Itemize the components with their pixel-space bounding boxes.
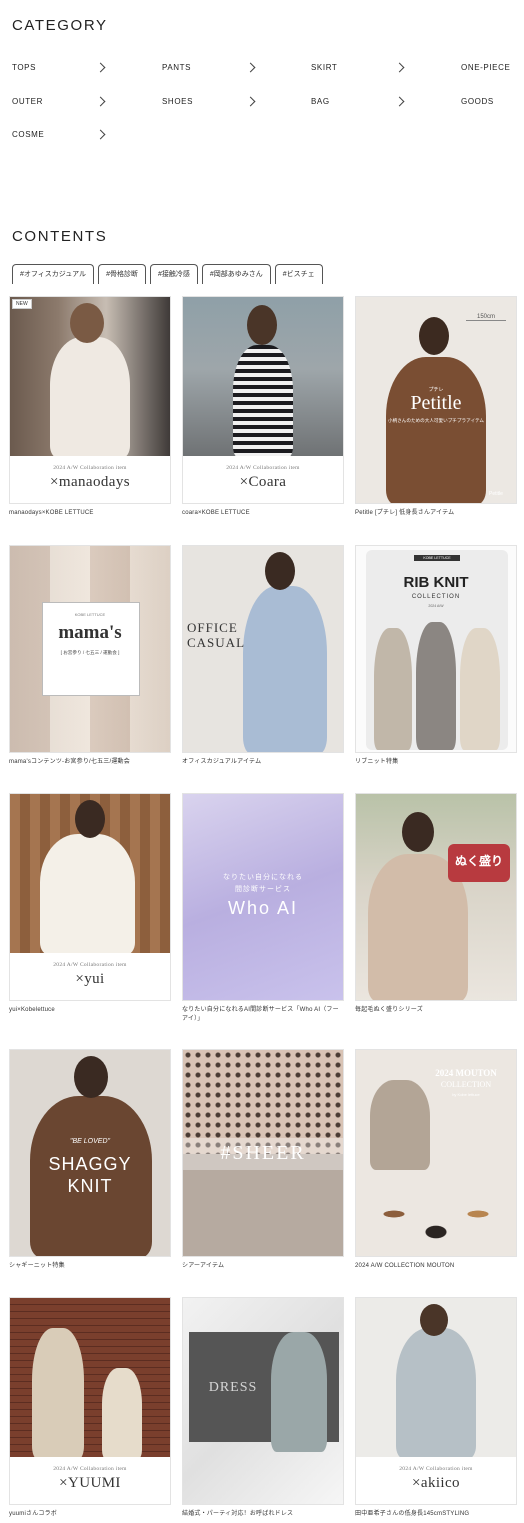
card-image: DRESS xyxy=(182,1297,344,1505)
content-card-manaodays[interactable]: NEW 2024 A/W Collaboration item ×manaoday… xyxy=(9,296,171,518)
mamas-title: mama's xyxy=(58,622,122,643)
mamas-subtitle: [ お宮参り / 七五三 / 運動会 ] xyxy=(60,650,120,655)
card-overlay-sub: 2024 A/W Collaboration item xyxy=(399,1466,473,1472)
content-card-dress[interactable]: DRESS 結婚式・パーティ対応！お呼ばれドレス xyxy=(182,1297,344,1519)
card-caption: yuumiさんコラボ xyxy=(9,1511,58,1517)
contents-grid: NEW 2024 A/W Collaboration item ×manaoday… xyxy=(0,0,524,1523)
content-card-yui[interactable]: 2024 A/W Collaboration item ×yui yui×Kobe… xyxy=(9,793,171,1015)
card-image: 2024 A/W Collaboration item ×yui xyxy=(9,793,171,1001)
mouton-title-1: 2024 MOUTON xyxy=(435,1068,497,1078)
card-caption: yui×Kobelettuce xyxy=(9,1007,55,1013)
mamas-brand: KOBE LETTUCE xyxy=(74,612,106,617)
petitle-logo: Petitle xyxy=(489,491,503,497)
card-image: 2024 MOUTON COLLECTION by Kobe lettuce xyxy=(355,1049,517,1257)
card-caption: オフィスカジュアルアイテム xyxy=(182,759,262,765)
content-card-akiico[interactable]: 2024 A/W Collaboration item ×akiico 田中亜希子… xyxy=(355,1297,517,1519)
content-card-shaggy-knit[interactable]: "BE LOVED" SHAGGY KNIT シャギーニット特集 xyxy=(9,1049,171,1271)
card-caption: シアーアイテム xyxy=(182,1263,225,1269)
card-image: "BE LOVED" SHAGGY KNIT xyxy=(9,1049,171,1257)
card-image: OFFICE CASUAL xyxy=(182,545,344,753)
dress-title: DRESS xyxy=(208,1380,258,1395)
card-image: なりたい自分になれる 間診断サービス Who AI xyxy=(182,793,344,1001)
card-overlay-title: ×YUUMI xyxy=(59,1475,121,1491)
rib-brand: KOBE LETTUCE xyxy=(414,555,460,561)
card-overlay-sub: 2024 A/W Collaboration item xyxy=(53,962,127,968)
card-overlay-sub: 2024 A/W Collaboration item xyxy=(226,465,300,471)
petitle-tagline: 小柄さんのための大人可愛いプチプラアイテム xyxy=(387,418,484,423)
content-card-coara[interactable]: 2024 A/W Collaboration item ×Coara coara×… xyxy=(182,296,344,518)
card-image: 2024 A/W Collaboration item ×Coara xyxy=(182,296,344,504)
mouton-title-2: COLLECTION xyxy=(440,1080,492,1089)
rib-subtitle: COLLECTION xyxy=(411,594,461,600)
card-overlay-title: ×akiico xyxy=(412,1475,460,1491)
who-ai-line1: なりたい自分になれる xyxy=(223,874,303,881)
office-title-2: CASUAL xyxy=(187,635,246,650)
card-overlay-title: ×Coara xyxy=(239,474,287,490)
shaggy-quote: "BE LOVED" xyxy=(70,1138,110,1145)
card-caption: manaodays×KOBE LETTUCE xyxy=(9,510,94,516)
card-caption: シャギーニット特集 xyxy=(9,1263,65,1269)
card-caption: リブニット特集 xyxy=(355,759,399,765)
who-ai-title: Who AI xyxy=(227,898,299,918)
rib-year: 2024 A/W xyxy=(428,604,444,608)
card-caption: 2024 A/W COLLECTION MOUTON xyxy=(355,1263,455,1269)
content-card-petitle[interactable]: 150cm プチレ Petitle 小柄さんのための大人可愛いプチプラアイテム … xyxy=(355,296,517,518)
who-ai-line2: 間診断サービス xyxy=(235,886,291,893)
mouton-by: by Kobe lettuce xyxy=(452,1092,480,1097)
height-label: 150cm xyxy=(466,314,506,321)
sheer-title: #SHEER xyxy=(220,1142,306,1164)
nukumori-title: ぬく盛り xyxy=(454,854,503,868)
content-card-office-casual[interactable]: OFFICE CASUAL オフィスカジュアルアイテム xyxy=(182,545,344,767)
card-image: #SHEER xyxy=(182,1049,344,1257)
card-caption: 田中亜希子さんの低身長145cmSTYLING xyxy=(355,1511,470,1517)
rib-title: RIB KNIT xyxy=(403,574,469,591)
card-image: NEW 2024 A/W Collaboration item ×manaoday… xyxy=(9,296,171,504)
card-image: 150cm プチレ Petitle 小柄さんのための大人可愛いプチプラアイテム … xyxy=(355,296,517,504)
content-card-who-ai[interactable]: なりたい自分になれる 間診断サービス Who AI なりたい自分になれるAI間診… xyxy=(182,793,344,1024)
card-image: 2024 A/W Collaboration item ×YUUMI xyxy=(9,1297,171,1505)
card-overlay-sub: 2024 A/W Collaboration item xyxy=(53,1466,127,1472)
card-image: ぬく盛り xyxy=(355,793,517,1001)
card-image: KOBE LETTUCE mama's [ お宮参り / 七五三 / 運動会 ] xyxy=(9,545,171,753)
office-title-1: OFFICE xyxy=(187,620,238,635)
card-caption: coara×KOBE LETTUCE xyxy=(182,510,250,516)
shaggy-title-2: KNIT xyxy=(67,1176,113,1196)
new-badge: NEW xyxy=(12,299,32,309)
card-overlay-sub: 2024 A/W Collaboration item xyxy=(53,465,127,471)
petitle-title: Petitle xyxy=(410,392,462,414)
card-caption: mama'sコンテンツ-お宮参り/七五三/運動会 xyxy=(9,759,130,765)
card-caption: 結婚式・パーティ対応！お呼ばれドレス xyxy=(182,1511,294,1517)
content-card-rib-knit[interactable]: KOBE LETTUCE RIB KNIT COLLECTION 2024 A/… xyxy=(355,545,517,767)
content-card-mamas[interactable]: KOBE LETTUCE mama's [ お宮参り / 七五三 / 運動会 ]… xyxy=(9,545,171,767)
card-image: KOBE LETTUCE RIB KNIT COLLECTION 2024 A/… xyxy=(355,545,517,753)
content-card-sheer[interactable]: #SHEER シアーアイテム xyxy=(182,1049,344,1271)
card-overlay-title: ×yui xyxy=(75,971,105,987)
card-caption: なりたい自分になれるAI間診断サービス「Who AI（フーアイ）」 xyxy=(182,1007,339,1022)
card-caption: 毎起毛ぬく盛りシリーズ xyxy=(355,1007,423,1013)
content-card-yuumi[interactable]: 2024 A/W Collaboration item ×YUUMI yuumiさ… xyxy=(9,1297,171,1519)
content-card-nukumori[interactable]: ぬく盛り 毎起毛ぬく盛りシリーズ xyxy=(355,793,517,1015)
card-image: 2024 A/W Collaboration item ×akiico xyxy=(355,1297,517,1505)
card-caption: Petitle [プチレ] 低身長さんアイテム xyxy=(355,510,455,516)
content-card-mouton[interactable]: 2024 MOUTON COLLECTION by Kobe lettuce 2… xyxy=(355,1049,517,1271)
card-overlay-title: ×manaodays xyxy=(50,474,130,490)
shaggy-title-1: SHAGGY xyxy=(48,1154,132,1174)
